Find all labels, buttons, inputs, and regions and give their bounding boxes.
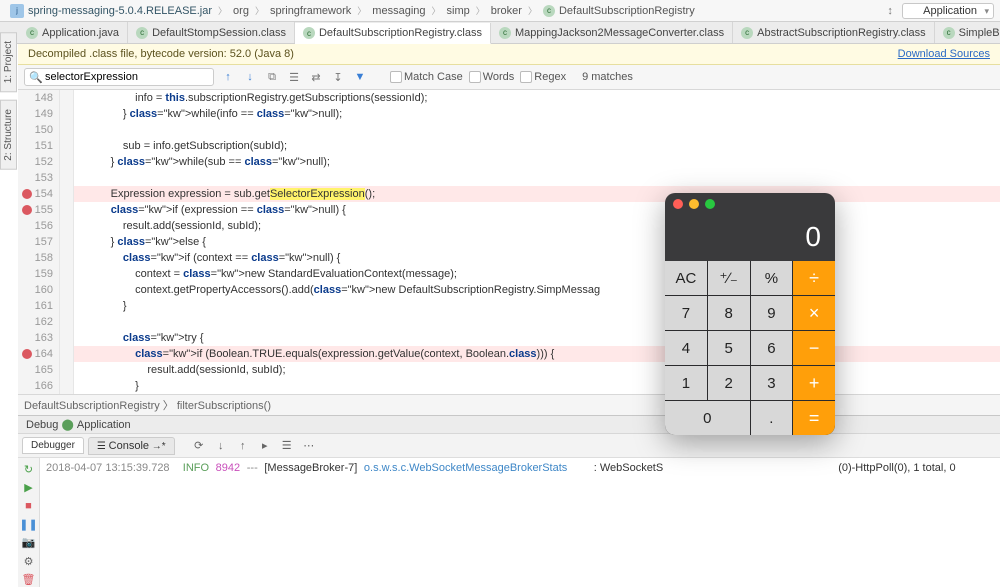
calc-button-3[interactable]: 3 <box>751 366 793 400</box>
class-icon: c <box>943 27 955 39</box>
class-icon: c <box>543 5 555 17</box>
structure-tool-tab[interactable]: 2: Structure <box>0 100 17 170</box>
class-icon: c <box>741 27 753 39</box>
breadcrumb-pkg[interactable]: messaging <box>368 5 429 17</box>
console-panel: ↻ ▶ ■ ❚❚ 📷 ⚙ 🗑 2018-04-07 13:15:39.728 I… <box>18 457 1000 587</box>
minimize-icon[interactable] <box>689 199 699 209</box>
calc-button-x[interactable]: ÷ <box>793 261 835 295</box>
debug-toolbar: Debugger ☰ Console →* ⟳ ↓ ↑ ▸ ☰ ⋯ <box>18 433 1000 457</box>
breadcrumb-pkg[interactable]: springframework <box>266 5 355 17</box>
calc-button-7[interactable]: 7 <box>665 296 707 330</box>
zoom-icon[interactable] <box>705 199 715 209</box>
class-icon: c <box>26 27 38 39</box>
console-output[interactable]: 2018-04-07 13:15:39.728 INFO 8942 --- [M… <box>40 458 1000 587</box>
editor-tab[interactable]: cApplication.java <box>18 22 128 43</box>
download-sources-link[interactable]: Download Sources <box>898 48 990 60</box>
class-icon: c <box>499 27 511 39</box>
match-case-checkbox[interactable]: Match Case <box>390 71 463 83</box>
console-tab[interactable]: ☰ Console →* <box>88 437 175 455</box>
words-checkbox[interactable]: Words <box>469 71 515 83</box>
find-bar: 🔍 ↑ ↓ ⧉ ☰ ⇄ ↧ ▼ Match Case Words Regex 9… <box>18 65 1000 90</box>
run-to-cursor-icon[interactable]: ▸ <box>255 436 275 456</box>
calc-button-x[interactable]: × <box>793 296 835 330</box>
find-extra-icon[interactable]: ⧉ <box>264 69 280 85</box>
calc-button-2[interactable]: 2 <box>708 366 750 400</box>
calculator-window[interactable]: 0 AC⁺∕₋%÷ 789× 456− 123+0.= <box>665 193 835 435</box>
breadcrumb-pkg[interactable]: broker <box>487 5 526 17</box>
pause-icon[interactable]: ❚❚ <box>19 517 39 531</box>
close-icon[interactable] <box>673 199 683 209</box>
jar-icon: j <box>10 4 24 18</box>
calc-button-9[interactable]: 9 <box>751 296 793 330</box>
rerun-icon[interactable]: ↻ <box>19 462 39 476</box>
breadcrumb-jar[interactable]: jspring-messaging-5.0.4.RELEASE.jar <box>6 4 216 18</box>
breadcrumb-class[interactable]: cDefaultSubscriptionRegistry <box>539 5 699 17</box>
project-tool-tab[interactable]: 1: Project <box>0 32 17 92</box>
calculator-display: 0 <box>665 215 835 261</box>
step-over-icon[interactable]: ⟳ <box>189 436 209 456</box>
debugger-tab[interactable]: Debugger <box>22 437 84 454</box>
calc-button-4[interactable]: 4 <box>665 331 707 365</box>
step-out-icon[interactable]: ↑ <box>233 436 253 456</box>
filter-icon[interactable]: ▼ <box>352 69 368 85</box>
calc-button-x[interactable]: − <box>793 331 835 365</box>
calc-button-5[interactable]: 5 <box>708 331 750 365</box>
calc-button-x[interactable]: . <box>751 401 793 435</box>
calc-button-1[interactable]: 1 <box>665 366 707 400</box>
sync-icon[interactable]: ↕ <box>882 3 898 19</box>
camera-icon[interactable]: 📷 <box>19 536 39 550</box>
search-icon: 🔍 <box>29 71 43 84</box>
next-match-icon[interactable]: ↓ <box>242 69 258 85</box>
stop-icon[interactable]: ■ <box>19 499 39 513</box>
debug-extra-icon[interactable]: ⋯ <box>299 436 319 456</box>
class-icon: c <box>303 27 315 39</box>
editor-tab[interactable]: cAbstractSubscriptionRegistry.class <box>733 22 935 43</box>
calc-button-AC[interactable]: AC <box>665 261 707 295</box>
trash-icon[interactable]: 🗑 <box>19 573 39 587</box>
calc-button-x[interactable]: % <box>751 261 793 295</box>
editor-tab[interactable]: cDefaultStompSession.class <box>128 22 295 43</box>
editor-tab[interactable]: cMappingJackson2MessageConverter.class <box>491 22 733 43</box>
calc-button-0[interactable]: 0 <box>665 401 750 435</box>
debug-panel-header: Debug ⬤ Application <box>18 415 1000 433</box>
breadcrumb-bar: jspring-messaging-5.0.4.RELEASE.jar 〉org… <box>0 0 1000 22</box>
step-into-icon[interactable]: ↓ <box>211 436 231 456</box>
calc-button-x[interactable]: = <box>793 401 835 435</box>
run-config-dropdown[interactable]: Application <box>902 3 994 19</box>
editor-crumbtrail[interactable]: DefaultSubscriptionRegistry 〉 filterSubs… <box>18 394 1000 415</box>
find-input[interactable] <box>24 68 214 86</box>
find-extra-icon[interactable]: ⇄ <box>308 69 324 85</box>
editor-tab[interactable]: cSimpleBrokerMessageHandler.class <box>935 22 1000 43</box>
find-extra-icon[interactable]: ☰ <box>286 69 302 85</box>
calc-button-x[interactable]: + <box>793 366 835 400</box>
calculator-titlebar[interactable] <box>665 193 835 215</box>
resume-icon[interactable]: ▶ <box>19 480 39 494</box>
breadcrumb-pkg[interactable]: org <box>229 5 253 17</box>
calc-button-8[interactable]: 8 <box>708 296 750 330</box>
calc-button-6[interactable]: 6 <box>751 331 793 365</box>
find-extra-icon[interactable]: ↧ <box>330 69 346 85</box>
calc-button-xxx[interactable]: ⁺∕₋ <box>708 261 750 295</box>
code-editor[interactable]: 1481491501511521531541551561571581591601… <box>18 90 1000 394</box>
notification-text: Decompiled .class file, bytecode version… <box>28 48 294 60</box>
settings-icon[interactable]: ⚙ <box>19 554 39 568</box>
editor-tab[interactable]: cDefaultSubscriptionRegistry.class <box>295 23 491 44</box>
regex-checkbox[interactable]: Regex <box>520 71 566 83</box>
editor-tabs: cApplication.javacDefaultStompSession.cl… <box>0 22 1000 44</box>
prev-match-icon[interactable]: ↑ <box>220 69 236 85</box>
decompile-notification: Decompiled .class file, bytecode version… <box>18 44 1000 65</box>
find-results: 9 matches <box>582 71 633 83</box>
breadcrumb-pkg[interactable]: simp <box>443 5 474 17</box>
evaluate-icon[interactable]: ☰ <box>277 436 297 456</box>
class-icon: c <box>136 27 148 39</box>
